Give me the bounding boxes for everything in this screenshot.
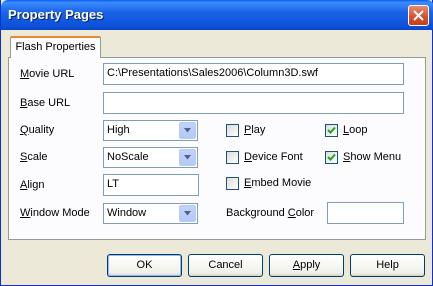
align-label: Align [20, 179, 45, 191]
show-menu-label[interactable]: Show Menu [343, 151, 401, 163]
check-icon [327, 126, 336, 134]
embed-movie-label[interactable]: Embed Movie [244, 177, 311, 189]
device-font-label[interactable]: Device Font [244, 151, 303, 163]
check-icon [327, 153, 336, 161]
property-pages-dialog: Property Pages Flash Properties Movie UR… [0, 0, 433, 286]
align-input[interactable]: LT [103, 174, 199, 196]
loop-checkbox[interactable] [325, 124, 338, 137]
ok-button[interactable]: OK [107, 254, 182, 277]
window-mode-dropdown-button[interactable] [179, 205, 196, 222]
tab-flash-properties[interactable]: Flash Properties [10, 36, 101, 58]
quality-dropdown-button[interactable] [179, 122, 196, 139]
chevron-down-icon [184, 211, 191, 216]
chevron-down-icon [184, 155, 191, 160]
movie-url-input[interactable]: C:\Presentations\Sales2006\Column3D.swf [103, 63, 404, 85]
base-url-input[interactable] [103, 92, 404, 114]
window-mode-select[interactable]: Window [103, 203, 198, 224]
close-icon [413, 10, 424, 21]
window-mode-label: Window Mode [20, 207, 90, 219]
show-menu-checkbox[interactable] [325, 151, 338, 164]
title-bar[interactable]: Property Pages [1, 0, 433, 30]
scale-select[interactable]: NoScale [103, 147, 198, 168]
quality-label: Quality [20, 124, 55, 136]
base-url-label: Base URL [20, 97, 71, 109]
embed-movie-checkbox[interactable] [226, 177, 239, 190]
movie-url-label: Movie URL [20, 68, 75, 80]
device-font-checkbox[interactable] [226, 151, 239, 164]
window-mode-value: Window [107, 207, 147, 219]
apply-button[interactable]: Apply [269, 254, 344, 277]
cancel-button[interactable]: Cancel [188, 254, 263, 277]
close-button[interactable] [408, 5, 429, 26]
background-color-label: Background Color [226, 207, 315, 219]
loop-label[interactable]: Loop [343, 124, 367, 136]
window-title: Property Pages [8, 7, 104, 22]
chevron-down-icon [184, 128, 191, 133]
play-checkbox[interactable] [226, 124, 239, 137]
quality-select[interactable]: High [103, 120, 198, 141]
play-label[interactable]: Play [244, 124, 265, 136]
scale-label: Scale [20, 151, 48, 163]
help-button[interactable]: Help [350, 254, 425, 277]
scale-value: NoScale [107, 151, 149, 163]
scale-dropdown-button[interactable] [179, 149, 196, 166]
background-color-input[interactable] [327, 202, 404, 224]
quality-value: High [107, 124, 130, 136]
